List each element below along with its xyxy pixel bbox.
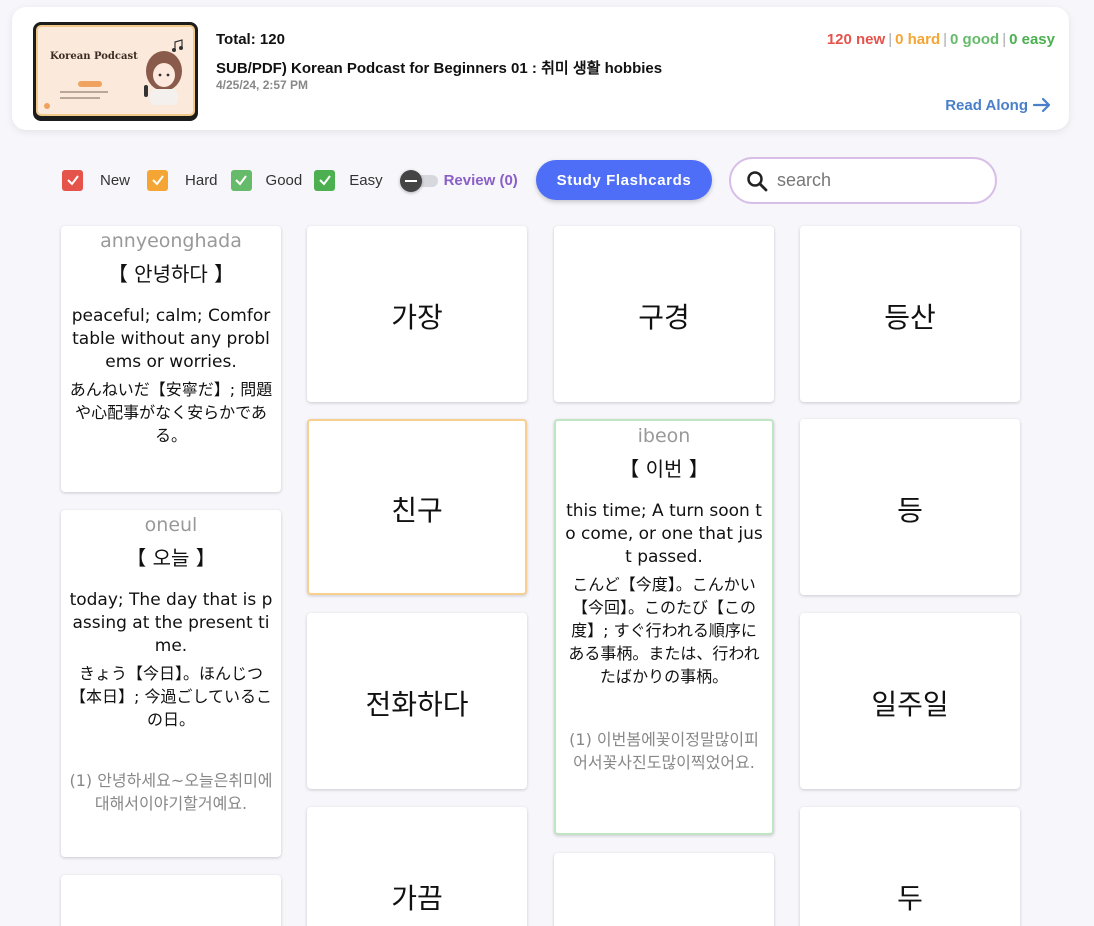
lesson-title: SUB/PDF) Korean Podcast for Beginners 01…	[216, 60, 663, 77]
total-count: Total: 120	[216, 31, 285, 48]
thumbnail-flower	[44, 103, 50, 109]
english-definition: this time; A turn soon to come, or one t…	[565, 501, 763, 567]
read-along-link[interactable]: Read Along	[945, 95, 1052, 115]
search-icon	[747, 170, 768, 191]
flashcard-iljuil[interactable]: 일주일	[800, 613, 1020, 789]
flashcard-word: 가끔	[391, 882, 443, 915]
card-back: annyeonghada 【 안녕하다 】 peaceful; calm; Co…	[61, 226, 281, 447]
flashcard[interactable]	[61, 875, 281, 926]
flashcard-du[interactable]: 두	[800, 807, 1020, 926]
filter-bar: New Hard Good Easy Review (0)	[62, 160, 518, 200]
japanese-definition: こんど【今度】。こんかい【今回】。このたび【この度】; すぐ行われる順序にある事…	[568, 575, 760, 686]
card-back: oneul 【 오늘 】 today; The day that is pass…	[61, 510, 281, 815]
status-counts: 120 new | 0 hard | 0 good | 0 easy	[827, 31, 1055, 48]
flashcard-word: 두	[897, 882, 923, 915]
separator: |	[1002, 31, 1007, 48]
flashcard-chingu[interactable]: 친구	[307, 419, 527, 595]
study-flashcards-button[interactable]: Study Flashcards	[536, 160, 712, 200]
flashcard-word: 일주일	[871, 688, 949, 721]
music-note-icon	[172, 39, 183, 52]
girl-illustration-icon	[144, 51, 182, 105]
flashcard-word: 친구	[391, 494, 443, 527]
lesson-thumbnail[interactable]: Korean Podcast	[33, 22, 198, 121]
english-definition: today; The day that is passing at the pr…	[69, 590, 273, 656]
flashcard-oneul[interactable]: oneul 【 오늘 】 today; The day that is pass…	[61, 510, 281, 857]
flashcard-deung[interactable]: 등	[800, 419, 1020, 595]
romanization: oneul	[144, 514, 198, 536]
card-back: ibeon 【 이번 】 this time; A turn soon to c…	[556, 421, 772, 774]
good-filter-label: Good	[265, 171, 303, 189]
example-sentence: (1) 이번봄에꽃이정말많이피어서꽃사진도많이찍었어요.	[569, 730, 759, 772]
review-toggle[interactable]	[399, 170, 440, 192]
good-count: 0 good	[950, 31, 1000, 48]
hangul-word: 【 안녕하다 】	[107, 262, 235, 286]
flashcard-ibeon[interactable]: ibeon 【 이번 】 this time; A turn soon to c…	[554, 419, 774, 835]
thumbnail-title: Korean Podcast	[50, 51, 138, 62]
japanese-definition: あんねいだ【安寧だ】; 問題や心配事がなく安らかである。	[69, 380, 273, 445]
flashcard-word: 가장	[391, 301, 443, 334]
flashcard-gajang[interactable]: 가장	[307, 226, 527, 402]
new-count: 120 new	[826, 31, 886, 48]
easy-filter-label: Easy	[349, 171, 383, 189]
hard-filter-label: Hard	[185, 171, 218, 189]
read-along-label: Read Along	[945, 96, 1028, 114]
check-icon	[319, 175, 331, 186]
search-input[interactable]	[777, 170, 977, 191]
flashcard-gakkeum[interactable]: 가끔	[307, 807, 527, 926]
romanization: ibeon	[637, 425, 691, 447]
example-sentence: (1) 안녕하세요~오늘은취미에대해서이야기할거예요.	[69, 771, 273, 813]
separator: |	[888, 31, 893, 48]
flashcard-word: 등산	[884, 301, 936, 334]
hard-checkbox[interactable]	[147, 169, 169, 191]
english-definition: peaceful; calm; Comfortable without any …	[71, 306, 271, 372]
easy-count: 0 easy	[1009, 31, 1055, 48]
search-box	[729, 157, 997, 204]
flashcard-word: 전화하다	[365, 688, 469, 721]
thumbnail-line	[60, 91, 108, 93]
easy-checkbox[interactable]	[314, 169, 336, 191]
good-checkbox[interactable]	[230, 169, 252, 191]
flashcard[interactable]	[554, 853, 774, 926]
hangul-word: 【 오늘 】	[126, 546, 216, 570]
separator: |	[943, 31, 948, 48]
check-icon	[235, 175, 247, 186]
thumbnail-art: Korean Podcast	[36, 25, 195, 116]
flashcard-annyeonghada[interactable]: annyeonghada 【 안녕하다 】 peaceful; calm; Co…	[61, 226, 281, 492]
flashcard-word: 등	[897, 494, 923, 527]
review-label: Review (0)	[443, 171, 518, 189]
romanization: annyeonghada	[100, 230, 242, 252]
japanese-definition: きょう【今日】。ほんじつ【本日】; 今過ごしているこの日。	[70, 664, 272, 729]
check-icon	[151, 175, 164, 186]
flashcard-deungsan[interactable]: 등산	[800, 226, 1020, 402]
thumbnail-pill	[78, 81, 102, 87]
flashcard-word: 구경	[638, 301, 690, 334]
hard-count: 0 hard	[895, 31, 941, 48]
new-checkbox[interactable]	[62, 169, 83, 191]
toggle-knob	[399, 170, 422, 192]
hangul-word: 【 이번 】	[619, 457, 709, 481]
flashcard-jeonhwahada[interactable]: 전화하다	[307, 613, 527, 789]
lesson-date: 4/25/24, 2:57 PM	[216, 78, 309, 92]
new-filter-label: New	[100, 171, 131, 189]
lesson-header-card: Korean Podcast Total: 120 SUB/PDF) Korea…	[12, 7, 1069, 130]
arrow-right-icon	[1032, 97, 1051, 113]
flashcard-gugyeong[interactable]: 구경	[554, 226, 774, 402]
check-icon	[66, 175, 79, 186]
thumbnail-line	[60, 97, 100, 99]
